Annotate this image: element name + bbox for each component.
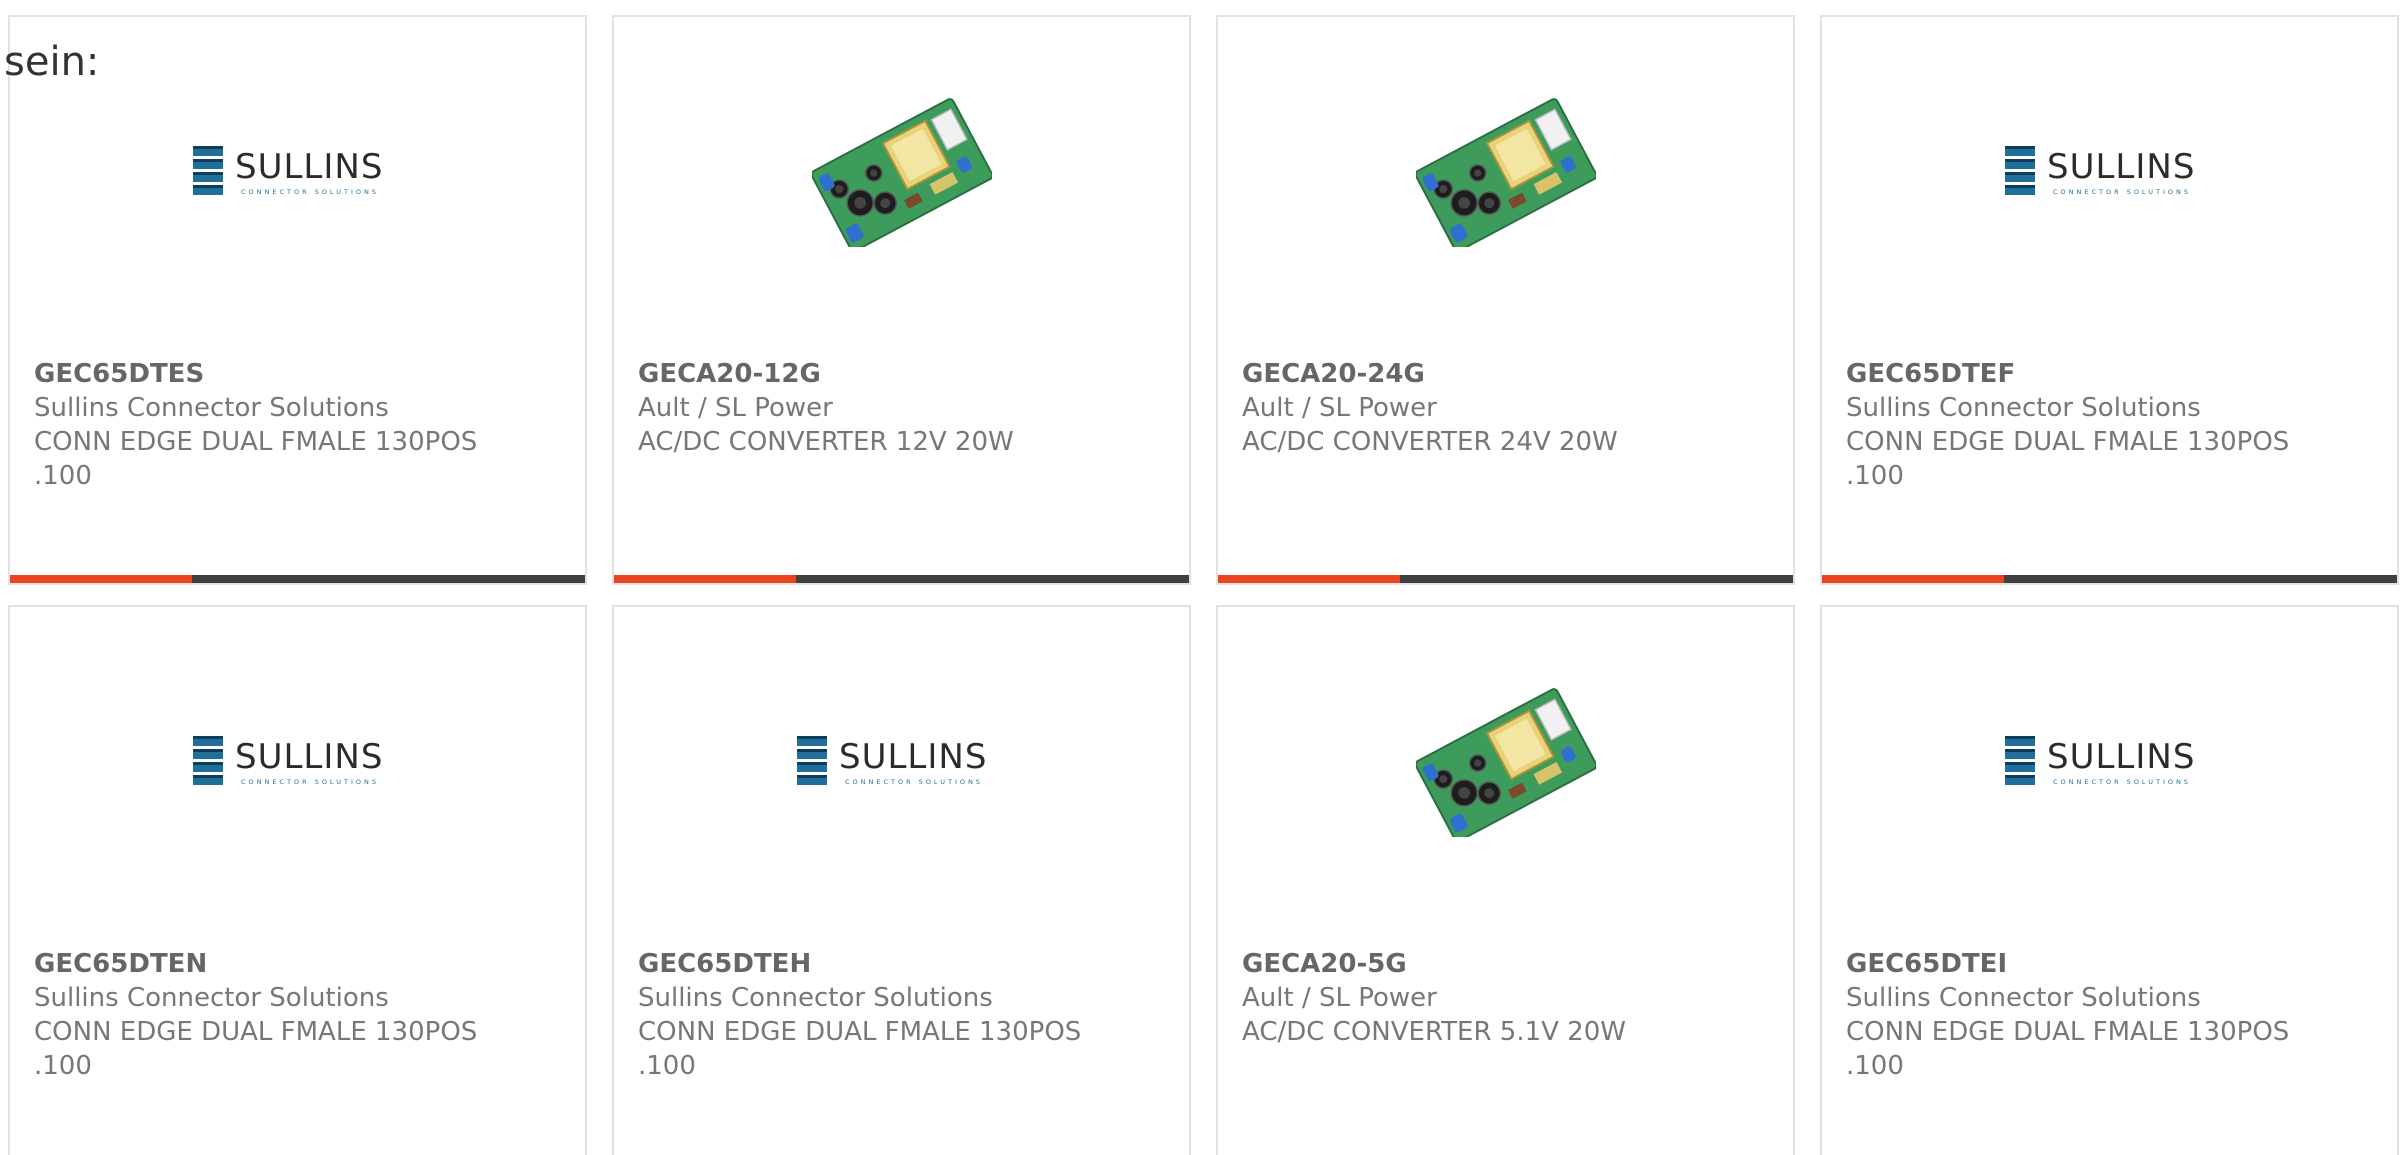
description: CONN EDGE DUAL FMALE 130POS .100 [1846, 427, 2290, 491]
product-image[interactable] [1218, 87, 1793, 257]
svg-text:SULLINS: SULLINS [2047, 737, 2195, 777]
sullins-logo-icon: SULLINSCONNECTOR SOLUTIONS [192, 736, 383, 786]
svg-text:CONNECTOR SOLUTIONS: CONNECTOR SOLUTIONS [241, 188, 379, 196]
svg-text:CONNECTOR SOLUTIONS: CONNECTOR SOLUTIONS [2053, 778, 2191, 786]
product-info: GEC65DTEF Sullins Connector Solutions CO… [1846, 357, 2326, 493]
card-bar-accent [1822, 575, 2004, 583]
product-image[interactable]: SULLINS CONNECTOR SOLUTIONS [1822, 87, 2397, 257]
power-supply-board-icon [1415, 688, 1596, 837]
part-number[interactable]: GEC65DTEH [638, 947, 1118, 981]
card-bar [1822, 575, 2397, 583]
product-info: GEC65DTEN Sullins Connector Solutions CO… [34, 947, 514, 1083]
card-bar [10, 575, 585, 583]
product-info: GECA20-24G Ault / SL Power AC/DC CONVERT… [1242, 357, 1722, 459]
product-card[interactable]: SULLINS CONNECTOR SOLUTIONS GEC65DTES Sul… [8, 15, 587, 585]
product-info: GECA20-5G Ault / SL Power AC/DC CONVERTE… [1242, 947, 1722, 1049]
description: CONN EDGE DUAL FMALE 130POS .100 [638, 1017, 1082, 1081]
manufacturer: Sullins Connector Solutions [34, 393, 389, 423]
product-card[interactable]: GECA20-5G Ault / SL Power AC/DC CONVERTE… [1216, 605, 1795, 1155]
svg-text:SULLINS: SULLINS [839, 737, 987, 777]
card-bar-accent [10, 575, 192, 583]
product-info: GEC65DTEH Sullins Connector Solutions CO… [638, 947, 1118, 1083]
part-number[interactable]: GEC65DTEN [34, 947, 514, 981]
part-number[interactable]: GECA20-5G [1242, 947, 1722, 981]
product-card[interactable]: SULLINS CONNECTOR SOLUTIONS GEC65DTEI Sul… [1820, 605, 2399, 1155]
product-card[interactable]: SULLINS CONNECTOR SOLUTIONS GEC65DTEF Sul… [1820, 15, 2399, 585]
power-supply-board-icon [811, 98, 992, 247]
manufacturer: Ault / SL Power [1242, 983, 1437, 1013]
manufacturer: Sullins Connector Solutions [34, 983, 389, 1013]
manufacturer: Sullins Connector Solutions [1846, 983, 2201, 1013]
card-bar [614, 575, 1189, 583]
product-card[interactable]: SULLINS CONNECTOR SOLUTIONS GEC65DTEH Sul… [612, 605, 1191, 1155]
product-grid: SULLINS CONNECTOR SOLUTIONS GEC65DTES Sul… [8, 15, 2400, 1155]
sullins-logo-icon: SULLINSCONNECTOR SOLUTIONS [796, 736, 987, 786]
card-bar [1218, 575, 1793, 583]
sullins-logo-icon: SULLINSCONNECTOR SOLUTIONS [192, 146, 383, 196]
svg-text:CONNECTOR SOLUTIONS: CONNECTOR SOLUTIONS [2053, 188, 2191, 196]
power-supply-board-icon [1415, 98, 1596, 247]
description: AC/DC CONVERTER 24V 20W [1242, 427, 1618, 457]
manufacturer: Sullins Connector Solutions [638, 983, 993, 1013]
product-image[interactable]: SULLINS CONNECTOR SOLUTIONS [614, 677, 1189, 847]
svg-text:SULLINS: SULLINS [235, 737, 383, 777]
sullins-logo-icon: SULLINSCONNECTOR SOLUTIONS [2004, 146, 2195, 196]
product-image[interactable] [614, 87, 1189, 257]
sullins-logo-icon: SULLINSCONNECTOR SOLUTIONS [2004, 736, 2195, 786]
product-image[interactable]: SULLINS CONNECTOR SOLUTIONS [10, 87, 585, 257]
part-number[interactable]: GEC65DTES [34, 357, 514, 391]
description: AC/DC CONVERTER 12V 20W [638, 427, 1014, 457]
description: CONN EDGE DUAL FMALE 130POS .100 [34, 1017, 478, 1081]
description: CONN EDGE DUAL FMALE 130POS .100 [34, 427, 478, 491]
svg-text:SULLINS: SULLINS [235, 147, 383, 187]
product-card[interactable]: GECA20-24G Ault / SL Power AC/DC CONVERT… [1216, 15, 1795, 585]
svg-text:SULLINS: SULLINS [2047, 147, 2195, 187]
card-bar-accent [1218, 575, 1400, 583]
description: AC/DC CONVERTER 5.1V 20W [1242, 1017, 1626, 1047]
part-number[interactable]: GECA20-12G [638, 357, 1118, 391]
product-image[interactable] [1218, 677, 1793, 847]
intro-text: sein: [4, 39, 100, 85]
part-number[interactable]: GECA20-24G [1242, 357, 1722, 391]
card-bar-accent [614, 575, 796, 583]
product-image[interactable]: SULLINS CONNECTOR SOLUTIONS [1822, 677, 2397, 847]
product-info: GECA20-12G Ault / SL Power AC/DC CONVERT… [638, 357, 1118, 459]
manufacturer: Sullins Connector Solutions [1846, 393, 2201, 423]
svg-text:CONNECTOR SOLUTIONS: CONNECTOR SOLUTIONS [241, 778, 379, 786]
manufacturer: Ault / SL Power [638, 393, 833, 423]
description: CONN EDGE DUAL FMALE 130POS .100 [1846, 1017, 2290, 1081]
product-info: GEC65DTES Sullins Connector Solutions CO… [34, 357, 514, 493]
part-number[interactable]: GEC65DTEF [1846, 357, 2326, 391]
product-image[interactable]: SULLINS CONNECTOR SOLUTIONS [10, 677, 585, 847]
svg-text:CONNECTOR SOLUTIONS: CONNECTOR SOLUTIONS [845, 778, 983, 786]
part-number[interactable]: GEC65DTEI [1846, 947, 2326, 981]
product-card[interactable]: SULLINS CONNECTOR SOLUTIONS GEC65DTEN Sul… [8, 605, 587, 1155]
manufacturer: Ault / SL Power [1242, 393, 1437, 423]
product-card[interactable]: GECA20-12G Ault / SL Power AC/DC CONVERT… [612, 15, 1191, 585]
product-info: GEC65DTEI Sullins Connector Solutions CO… [1846, 947, 2326, 1083]
